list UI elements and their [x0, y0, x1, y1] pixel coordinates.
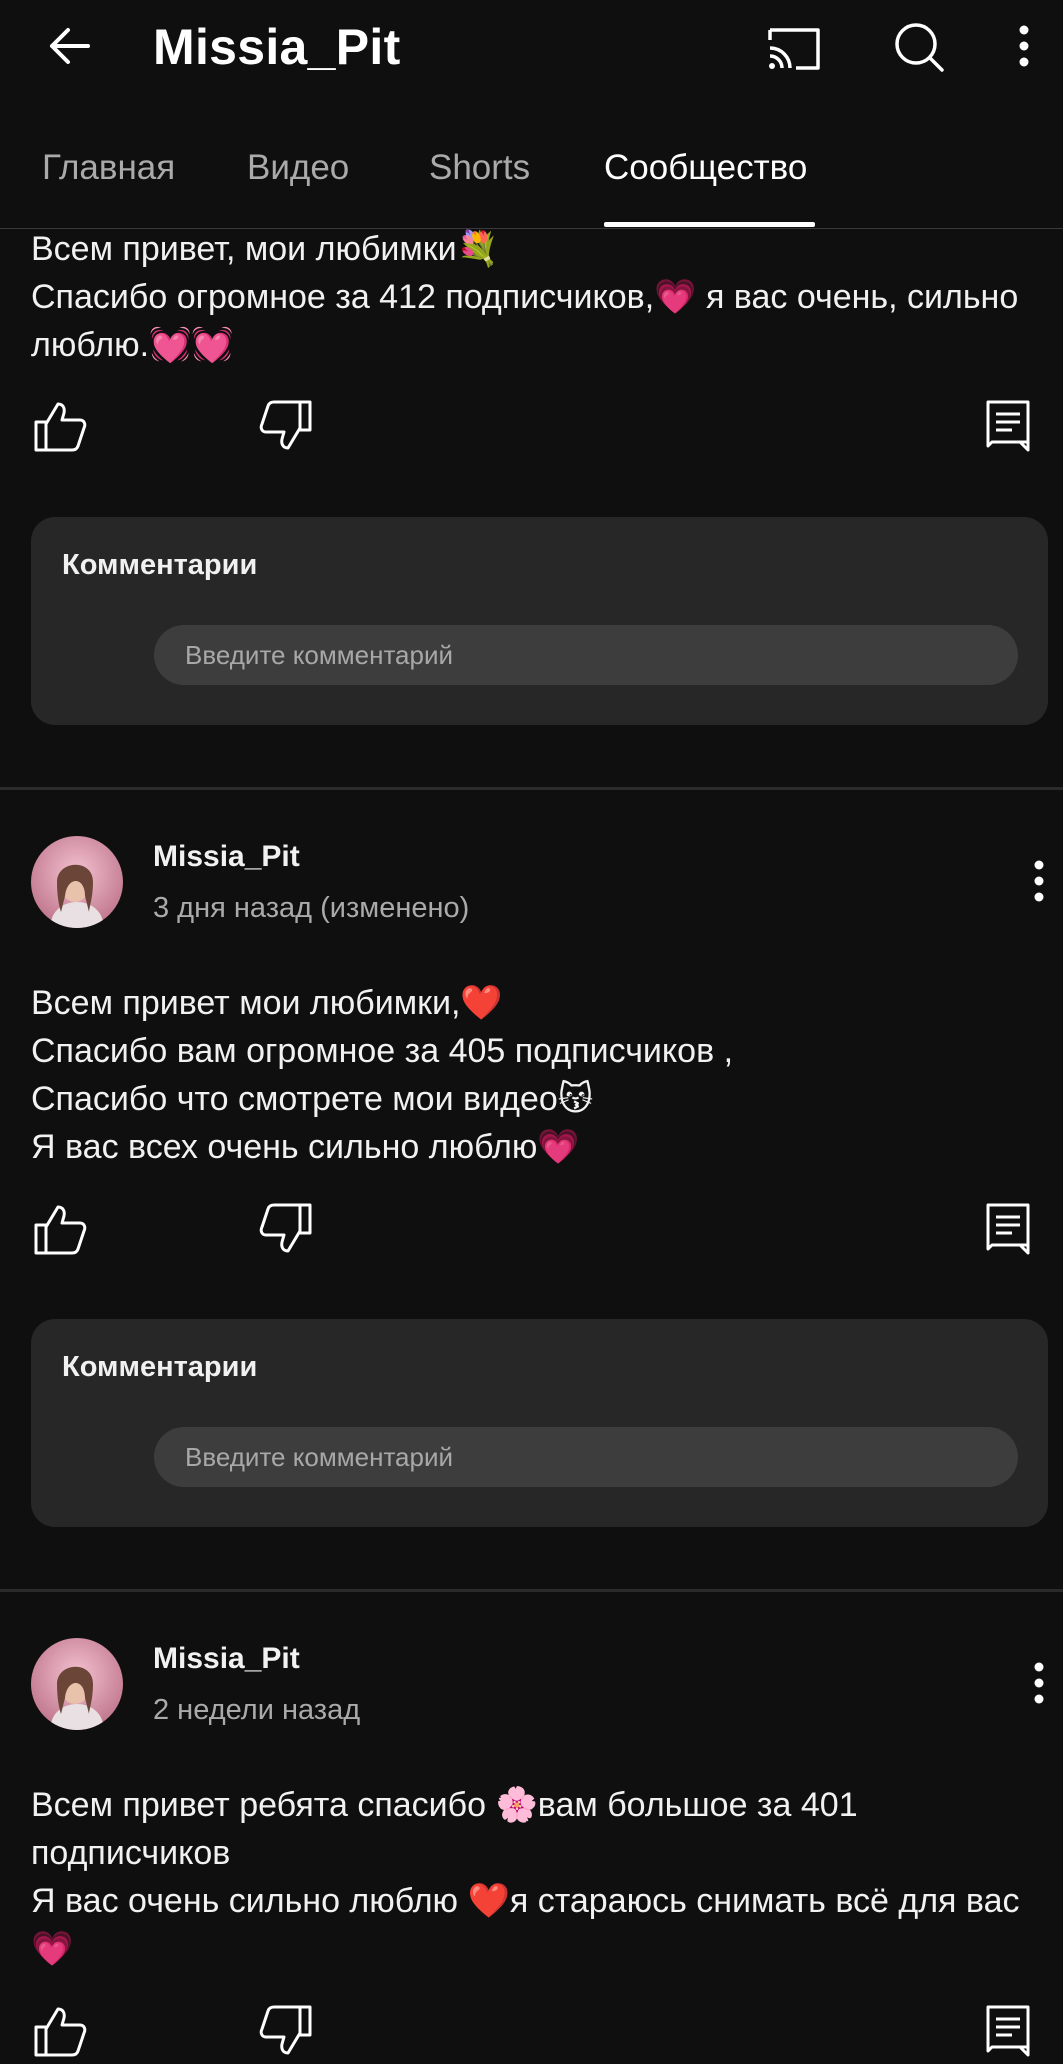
- thumbs-up-icon[interactable]: [32, 2003, 88, 2059]
- avatar[interactable]: [31, 1638, 123, 1730]
- post-text: Всем привет ребята спасибо 🌸вам большое …: [31, 1786, 1020, 1968]
- comments-section: Комментарии: [31, 517, 1048, 725]
- channel-tabs: Главная Видео Shorts Сообщество: [0, 132, 1063, 229]
- cast-icon[interactable]: [764, 20, 824, 76]
- post-divider: [0, 1589, 1063, 1592]
- post-timestamp: 2 недели назад: [153, 1694, 361, 1726]
- comments-label: Комментарии: [62, 549, 258, 581]
- tab-community[interactable]: Сообщество: [604, 148, 807, 188]
- avatar[interactable]: [31, 836, 123, 928]
- app-header: Missia_Pit: [0, 0, 1063, 100]
- comment-icon[interactable]: [984, 398, 1040, 454]
- back-arrow-icon[interactable]: [42, 22, 102, 70]
- post-author[interactable]: Missia_Pit: [153, 840, 300, 874]
- tab-home[interactable]: Главная: [42, 148, 175, 188]
- thumbs-down-icon[interactable]: [258, 2003, 314, 2059]
- comment-icon[interactable]: [984, 1201, 1040, 1257]
- post-text: Всем привет мои любимки,❤️ Спасибо вам о…: [31, 984, 734, 1166]
- more-vertical-icon[interactable]: [1010, 20, 1040, 76]
- comment-input[interactable]: [154, 1427, 1018, 1487]
- channel-title: Missia_Pit: [153, 19, 401, 75]
- thumbs-down-icon[interactable]: [258, 398, 314, 454]
- comments-section: Комментарии: [31, 1319, 1048, 1527]
- thumbs-up-icon[interactable]: [32, 1201, 88, 1257]
- more-vertical-icon[interactable]: [1028, 1658, 1052, 1708]
- thumbs-down-icon[interactable]: [258, 1201, 314, 1257]
- tab-shorts[interactable]: Shorts: [429, 148, 530, 188]
- post-timestamp: 3 дня назад (изменено): [153, 892, 470, 924]
- thumbs-up-icon[interactable]: [32, 398, 88, 454]
- more-vertical-icon[interactable]: [1028, 856, 1052, 906]
- comments-label: Комментарии: [62, 1351, 258, 1383]
- post-author[interactable]: Missia_Pit: [153, 1642, 300, 1676]
- comment-icon[interactable]: [984, 2003, 1040, 2059]
- comment-input[interactable]: [154, 625, 1018, 685]
- post-divider: [0, 787, 1063, 790]
- search-icon[interactable]: [890, 20, 950, 76]
- post-text: Всем привет, мои любимки💐 Спасибо огромн…: [31, 230, 1019, 364]
- tab-videos[interactable]: Видео: [247, 148, 349, 188]
